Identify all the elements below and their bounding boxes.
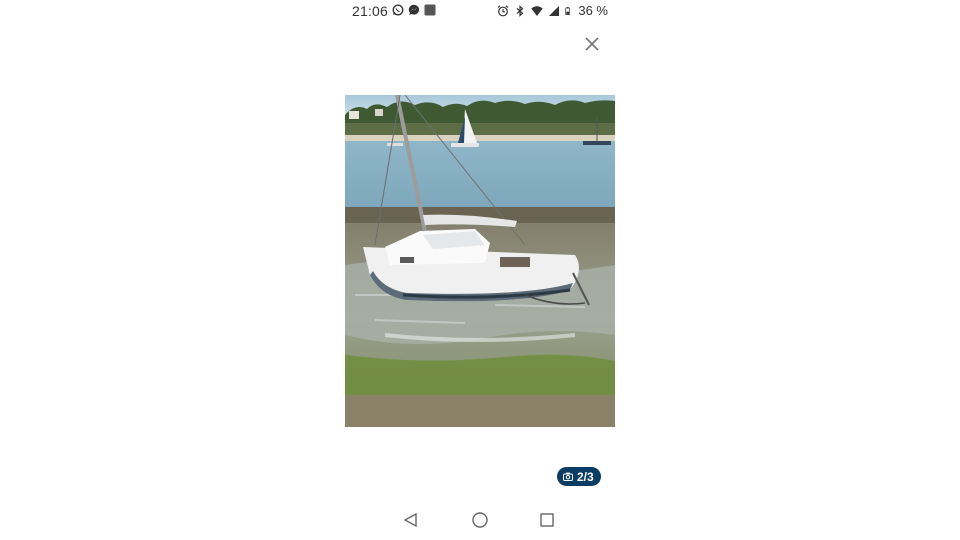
photo-counter-badge[interactable]: 2/3 (557, 467, 601, 486)
home-button[interactable] (469, 509, 491, 531)
system-icons: 36 % (497, 3, 608, 18)
back-button[interactable] (400, 509, 422, 531)
photo-counter-label: 2/3 (577, 469, 594, 484)
alarm-icon (497, 4, 509, 16)
phone-screen: 21:06 36 % 2/3 (342, 0, 618, 540)
battery-icon (565, 6, 571, 15)
close-button[interactable] (582, 34, 602, 54)
signal-4g-icon (549, 5, 560, 16)
recents-button[interactable] (536, 509, 558, 531)
app-square-icon (424, 4, 436, 16)
boat-photo[interactable] (345, 95, 615, 427)
whatsapp-icon (392, 4, 404, 16)
recents-icon (540, 513, 554, 527)
home-icon (472, 512, 488, 528)
navigation-bar (342, 505, 618, 535)
messenger-icon (408, 4, 420, 16)
status-bar: 21:06 36 % (342, 0, 618, 22)
battery-percent: 36 % (578, 3, 608, 18)
notification-icons (392, 4, 436, 16)
close-icon (585, 37, 599, 51)
camera-icon (563, 472, 573, 481)
bluetooth-icon (516, 4, 524, 17)
back-icon (403, 512, 417, 528)
status-time: 21:06 (352, 3, 389, 19)
wifi-icon (531, 5, 544, 16)
